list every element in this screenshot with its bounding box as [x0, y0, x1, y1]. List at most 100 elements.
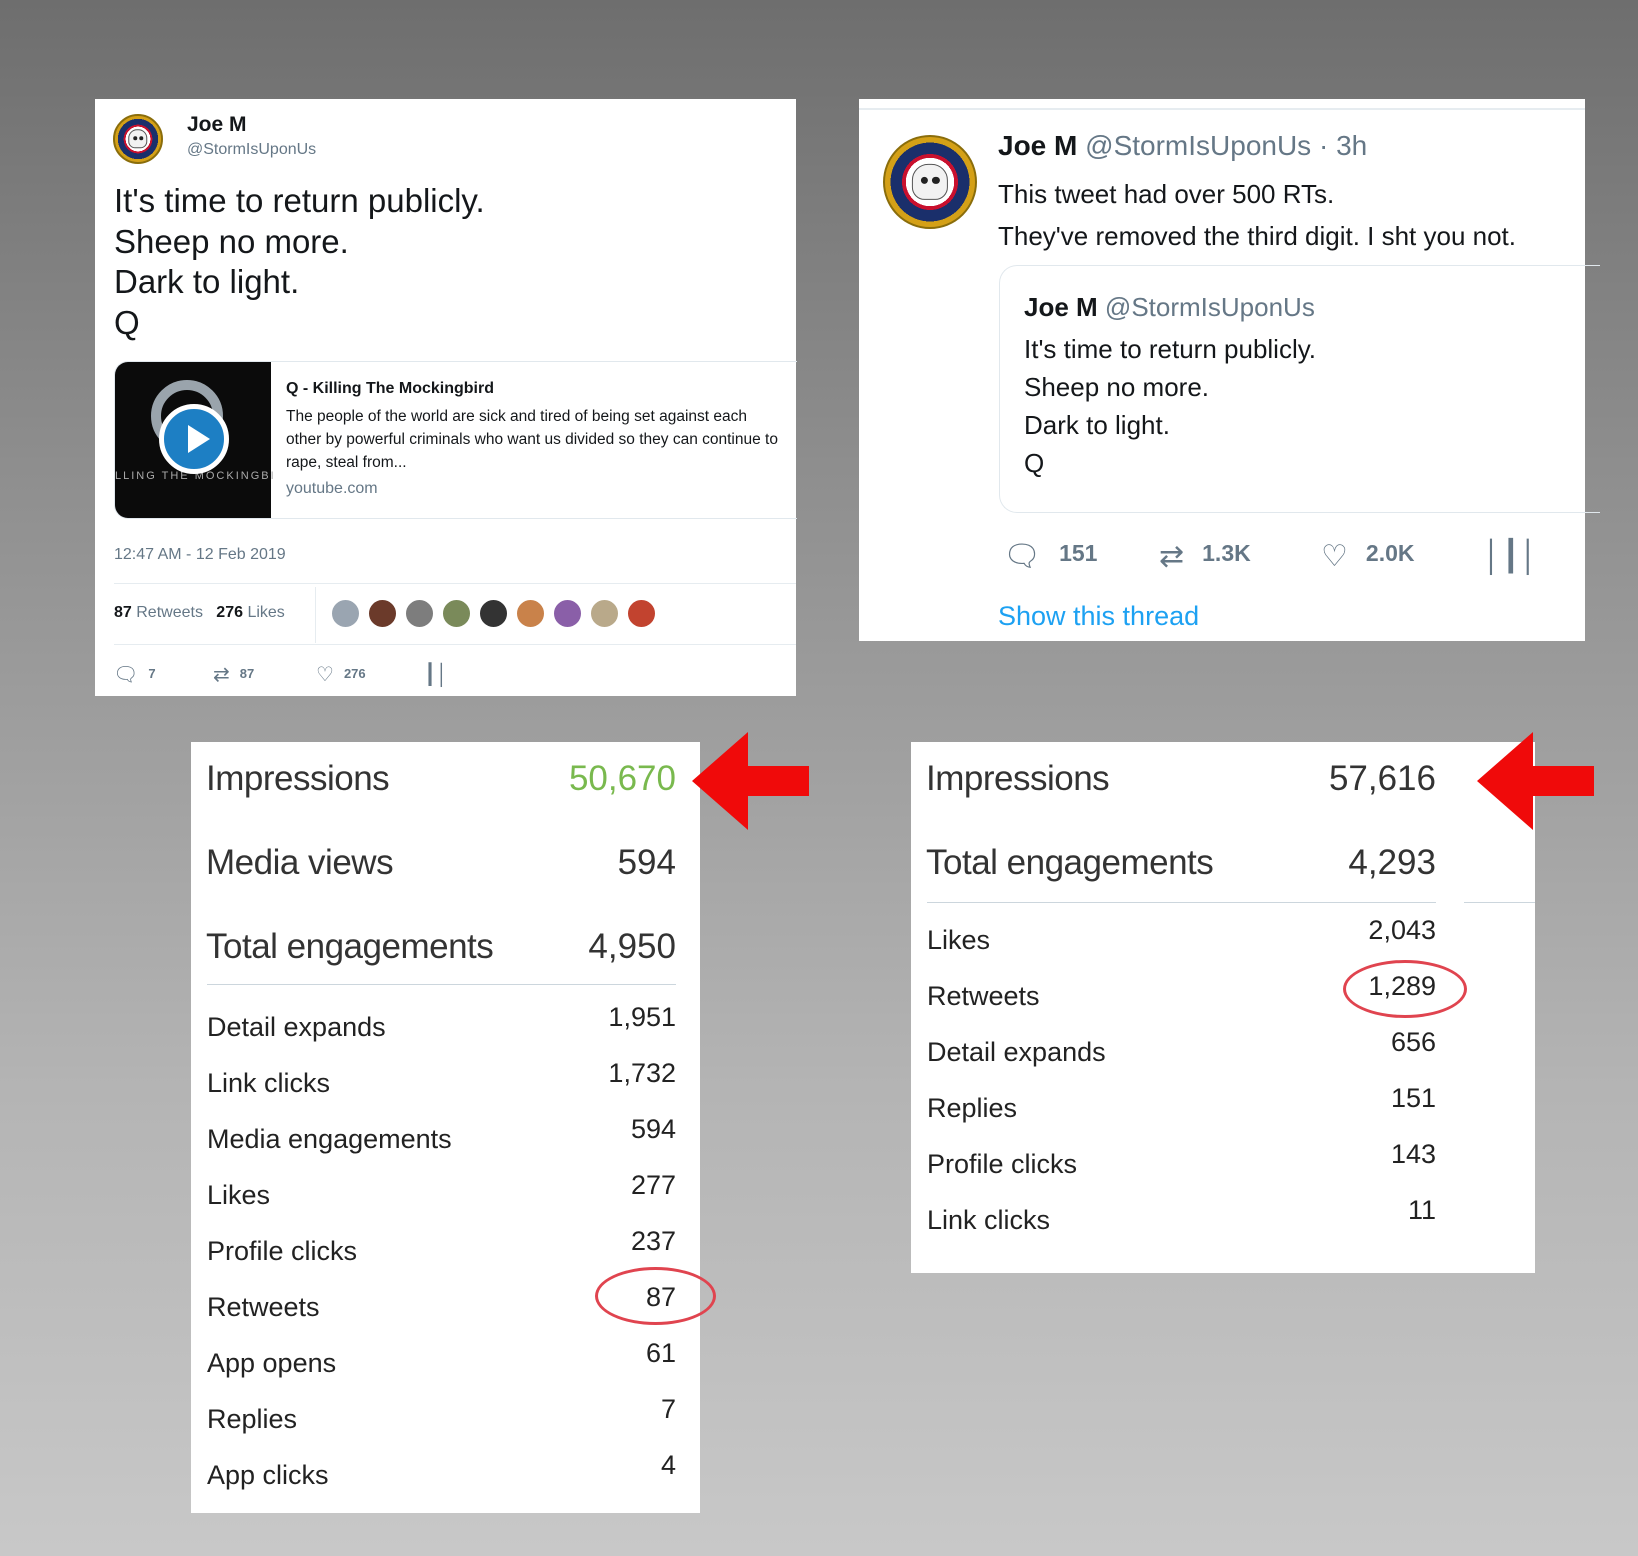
metric-row: Profile clicks 143 — [911, 1139, 1436, 1181]
metric-label: App opens — [207, 1348, 337, 1378]
heart-icon: ♡ — [316, 664, 334, 686]
like-count: 276 — [343, 666, 366, 681]
liker-avatar[interactable] — [516, 599, 545, 628]
tweet-text: This tweet had over 500 RTs. They've rem… — [998, 173, 1516, 257]
analytics-icon: ┃│ — [424, 664, 449, 686]
metric-row: App opens 61 — [191, 1338, 676, 1380]
tweet-card-original: Joe M @StormIsUponUs It's time to return… — [95, 99, 797, 696]
metric-label: Detail expands — [207, 1012, 386, 1042]
like-button[interactable]: ♡ 276 — [316, 662, 366, 687]
total-engagements-label: Total engagements — [926, 843, 1214, 882]
show-thread-link[interactable]: Show this thread — [998, 601, 1199, 632]
tweet-text-line: It's time to return publicly. — [114, 182, 485, 219]
highlight-circle — [1343, 960, 1467, 1018]
retweet-icon: ⇄ — [1159, 540, 1185, 573]
skull-icon — [911, 163, 949, 201]
metric-label: App clicks — [207, 1460, 329, 1490]
like-button[interactable]: ♡ 2.0K — [1321, 539, 1415, 574]
metric-label: Profile clicks — [927, 1149, 1078, 1179]
heart-icon: ♡ — [1321, 540, 1348, 573]
liker-avatar[interactable] — [368, 599, 397, 628]
metric-value: 2,043 — [1368, 915, 1436, 945]
metric-value: 594 — [630, 1114, 676, 1144]
avatar[interactable] — [113, 114, 163, 164]
reply-button[interactable]: 🗨︎ 7 — [113, 662, 156, 687]
divider — [315, 587, 316, 643]
impressions-label: Impressions — [926, 759, 1110, 798]
divider — [859, 108, 1585, 110]
metric-row: Profile clicks 237 — [191, 1226, 676, 1268]
liker-avatar[interactable] — [442, 599, 471, 628]
metric-value: 4 — [660, 1450, 676, 1480]
total-engagements-value: 4,293 — [1348, 843, 1436, 882]
impressions-row: Impressions 57,616 — [911, 759, 1436, 803]
retweets-count[interactable]: 87 — [114, 604, 132, 621]
skull-icon — [128, 129, 148, 149]
reply-icon: 🗨︎ — [1003, 540, 1042, 573]
tweet-author-handle[interactable]: @StormIsUponUs — [187, 141, 316, 159]
quoted-text-line: Dark to light. — [1024, 410, 1170, 440]
analytics-button[interactable]: ┃│ — [424, 662, 459, 687]
metric-row: Replies 7 — [191, 1394, 676, 1436]
link-preview-card[interactable]: LLING THE MOCKINGBI Q - Killing The Mock… — [114, 361, 797, 519]
liker-avatar[interactable] — [590, 599, 619, 628]
tweet-text-line: Dark to light. — [114, 263, 300, 300]
reply-count: 151 — [1059, 540, 1098, 566]
metric-row: Likes 277 — [191, 1170, 676, 1212]
retweets-label[interactable]: Retweets — [136, 604, 203, 621]
metric-value: 151 — [1390, 1083, 1436, 1113]
tweet-text-line: This tweet had over 500 RTs. — [998, 179, 1335, 209]
retweet-button[interactable]: ⇄ 1.3K — [1159, 539, 1251, 574]
metric-label: Detail expands — [927, 1037, 1106, 1067]
liker-avatar[interactable] — [627, 599, 656, 628]
reply-button[interactable]: 🗨︎ 151 — [1003, 539, 1097, 574]
metric-label: Media engagements — [207, 1124, 452, 1154]
quoted-tweet-header: Joe M @StormIsUponUs — [1024, 292, 1315, 323]
total-engagements-value: 4,950 — [588, 927, 676, 966]
impressions-label: Impressions — [206, 759, 390, 798]
metric-label: Retweets — [207, 1292, 320, 1322]
likes-label[interactable]: Likes — [247, 604, 284, 621]
metric-value: 143 — [1390, 1139, 1436, 1169]
divider — [1464, 902, 1535, 903]
liker-avatar[interactable] — [405, 599, 434, 628]
play-icon[interactable] — [159, 404, 229, 474]
total-engagements-row: Total engagements 4,293 — [911, 843, 1436, 887]
divider — [114, 583, 796, 584]
liker-avatar[interactable] — [553, 599, 582, 628]
metric-value: 277 — [630, 1170, 676, 1200]
liker-avatar[interactable] — [479, 599, 508, 628]
metric-value: 61 — [645, 1338, 676, 1368]
analytics-button[interactable]: │┃│ — [1483, 539, 1557, 574]
likes-count[interactable]: 276 — [216, 604, 243, 621]
metric-label: Link clicks — [207, 1068, 331, 1098]
avatar[interactable] — [883, 135, 977, 229]
retweet-button[interactable]: ⇄ 87 — [213, 662, 254, 687]
quoted-tweet[interactable]: Joe M @StormIsUponUs It's time to return… — [999, 265, 1600, 513]
link-title: Q - Killing The Mockingbird — [286, 380, 494, 397]
retweet-count: 87 — [239, 666, 255, 681]
total-engagements-row: Total engagements 4,950 — [191, 927, 676, 971]
metric-label: Retweets — [927, 981, 1040, 1011]
quoted-author-handle: @StormIsUponUs — [1104, 292, 1315, 322]
tweet-text-line: Q — [114, 303, 140, 341]
quoted-tweet-text: It's time to return publicly. Sheep no m… — [1024, 330, 1316, 482]
metric-row: Link clicks 1,732 — [191, 1058, 676, 1100]
red-arrow-icon — [692, 732, 809, 830]
tweet-author-name[interactable]: Joe M — [998, 130, 1077, 161]
tweet-author-name[interactable]: Joe M — [187, 113, 247, 137]
metric-value: 656 — [1390, 1027, 1436, 1057]
tweet-timestamp[interactable]: 12:47 AM - 12 Feb 2019 — [114, 546, 286, 564]
divider — [927, 902, 1436, 903]
liker-avatar[interactable] — [331, 599, 360, 628]
video-thumbnail[interactable]: LLING THE MOCKINGBI — [115, 362, 274, 518]
metric-row: Likes 2,043 — [911, 915, 1436, 957]
divider — [207, 984, 676, 985]
tweet-author-handle[interactable]: @StormIsUponUs — [1085, 130, 1311, 161]
quoted-text-line: Q — [1024, 448, 1045, 478]
like-count: 2.0K — [1365, 540, 1415, 566]
metric-value: 237 — [630, 1226, 676, 1256]
metric-row: Media engagements 594 — [191, 1114, 676, 1156]
media-views-value: 594 — [617, 843, 676, 882]
tweet-age[interactable]: · 3h — [1319, 130, 1367, 161]
